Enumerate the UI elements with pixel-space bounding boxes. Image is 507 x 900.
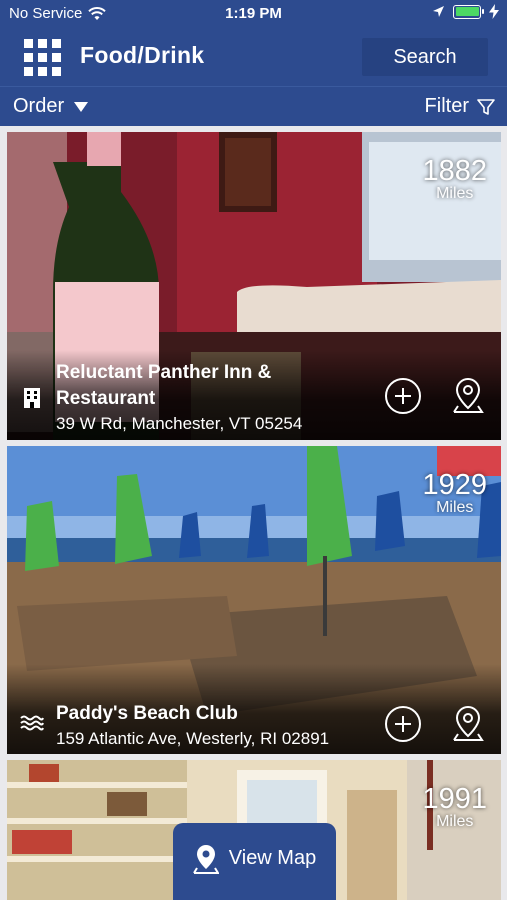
listing-card[interactable]: 1882 Miles Reluctant Panther Inn & Resta…	[7, 132, 501, 440]
caret-down-icon	[74, 101, 89, 112]
distance-unit: Miles	[436, 813, 474, 830]
distance-value: 1882	[422, 155, 487, 187]
view-map-button[interactable]: View Map	[173, 823, 336, 900]
listing-name: Paddy's Beach Club	[56, 703, 238, 724]
status-bar: No Service 1:19 PM	[0, 0, 507, 28]
order-label: Order	[13, 95, 65, 117]
distance-unit: Miles	[436, 185, 474, 202]
apps-menu-button[interactable]	[24, 39, 61, 76]
filter-label: Filter	[424, 95, 469, 117]
view-map-label: View Map	[228, 847, 317, 869]
status-right	[432, 4, 499, 19]
listing-address: 159 Atlantic Ave, Westerly, RI 02891	[56, 729, 330, 748]
filter-button[interactable]: Filter	[425, 95, 495, 118]
charging-bolt-icon	[489, 4, 499, 19]
location-arrow-icon	[433, 6, 444, 17]
listing-name: Reluctant Panther Inn & Restaurant	[56, 362, 272, 409]
page-title: Food/Drink	[80, 42, 205, 68]
battery-icon	[453, 4, 484, 19]
distance-value: 1929	[422, 469, 487, 501]
building-icon	[24, 388, 40, 408]
listing-address: 39 W Rd, Manchester, VT 05254	[56, 414, 303, 433]
app-header: Food/Drink Search	[0, 28, 507, 86]
map-pin-icon[interactable]	[450, 376, 486, 416]
order-dropdown[interactable]: Order	[13, 95, 89, 118]
map-pin-icon	[192, 844, 219, 874]
distance-unit: Miles	[436, 499, 474, 516]
distance-badge: 1929 Miles	[422, 470, 487, 516]
distance-badge: 1991 Miles	[422, 784, 487, 830]
map-pin-icon[interactable]	[450, 704, 486, 744]
distance-value: 1991	[422, 783, 487, 815]
waves-icon	[20, 715, 44, 731]
funnel-icon	[477, 98, 495, 115]
add-button[interactable]	[385, 706, 421, 742]
listing-card[interactable]: 1929 Miles Paddy's Beach Club 159 Atlant…	[7, 446, 501, 754]
sort-filter-bar: Order Filter	[0, 86, 507, 126]
add-button[interactable]	[385, 378, 421, 414]
search-button[interactable]: Search	[362, 38, 488, 76]
clock: 1:19 PM	[225, 5, 282, 22]
distance-badge: 1882 Miles	[422, 156, 487, 202]
